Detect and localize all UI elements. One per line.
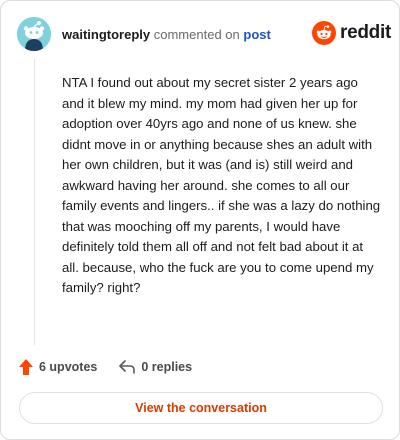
post-link[interactable]: post	[243, 27, 270, 42]
thread-line	[34, 59, 35, 345]
comment-embed-card: waitingtoreply commented on post reddit …	[0, 0, 400, 440]
snoo-avatar-icon	[17, 17, 51, 51]
replies-button[interactable]: 0 replies	[119, 360, 192, 374]
comment-header: waitingtoreply commented on post	[62, 27, 271, 42]
action-text: commented on	[153, 27, 240, 42]
reply-count: 0 replies	[141, 360, 193, 374]
upvote-count: 6 upvotes	[39, 360, 98, 374]
comment-body: NTA I found out about my secret sister 2…	[62, 75, 381, 295]
comment-actions: 6 upvotes 0 replies	[19, 359, 192, 375]
reply-arrow-icon	[119, 360, 136, 374]
reddit-alien-icon	[312, 21, 336, 45]
upvote-arrow-icon	[19, 359, 33, 375]
view-conversation-button[interactable]: View the conversation	[19, 392, 383, 424]
user-avatar[interactable]	[17, 17, 51, 51]
reddit-logo[interactable]: reddit	[312, 21, 391, 45]
upvote-button[interactable]: 6 upvotes	[19, 359, 97, 375]
logo-wordmark: reddit	[340, 22, 391, 43]
username-link[interactable]: waitingtoreply	[62, 27, 150, 42]
